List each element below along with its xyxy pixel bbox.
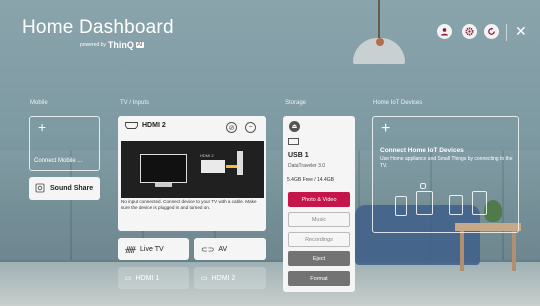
input-label: HDMI 1 <box>135 274 160 282</box>
iot-title: Connect Home IoT Devices <box>380 147 464 154</box>
lamp-bulb <box>376 38 384 46</box>
hdmi-icon: ▭ <box>201 275 208 282</box>
ai-badge: AI <box>135 42 144 48</box>
connect-mobile-label: Connect Mobile ... <box>34 158 83 164</box>
close-icon[interactable]: ✕ <box>515 23 527 40</box>
storage-card[interactable]: ⏏ USB 1 DataTraveler 3.0 5.4GB Free / 14… <box>283 116 355 292</box>
photo-video-button[interactable]: Photo & Video <box>288 192 350 207</box>
usb-device-name: USB 1 <box>288 152 309 159</box>
table-leg <box>512 231 516 271</box>
powered-by: powered by ThinQ AI <box>80 40 144 50</box>
input-label: Live TV <box>140 245 164 253</box>
illustration-port-label: HDMI 2 <box>200 153 214 158</box>
page-title: Home Dashboard <box>22 17 174 38</box>
hdmi-icon: ▭ <box>125 275 132 282</box>
hdmi-port-illustration <box>201 160 225 173</box>
fridge-icon <box>395 196 407 216</box>
more-options-icon[interactable]: − <box>245 122 256 133</box>
powered-by-text: powered by <box>80 42 106 48</box>
connect-mobile-card[interactable]: + Connect Mobile ... <box>29 116 100 171</box>
av-icon: ⊂⊃ <box>201 244 215 254</box>
lamp-cord <box>378 0 380 42</box>
section-storage: Storage <box>285 100 307 106</box>
input-card-hdmi-2[interactable]: ▭ HDMI 2 <box>194 267 266 289</box>
input-label: AV <box>218 245 228 253</box>
sound-share-label: Sound Share <box>50 185 94 192</box>
sound-share-card[interactable]: Sound Share <box>29 177 100 200</box>
plus-icon: + <box>381 120 391 137</box>
usb-model: DataTraveler 3.0 <box>288 163 326 169</box>
usb-free-space: 5.4GB Free / 14.4GB <box>287 177 334 183</box>
hdmi-header: HDMI 2 <box>125 122 166 129</box>
usb-icon <box>288 138 299 145</box>
tv-illustration <box>140 154 187 183</box>
plug-illustration <box>237 151 243 175</box>
hdmi-icon <box>125 122 138 129</box>
no-input-message: No input connected. Connect device to yo… <box>121 199 257 210</box>
tv-stand-illustration <box>155 183 172 187</box>
music-button[interactable]: Music <box>288 212 350 227</box>
dryer-icon <box>449 195 463 215</box>
refresh-icon[interactable] <box>484 24 499 39</box>
connect-iot-card[interactable]: + Connect Home IoT Devices Use Home appl… <box>372 116 519 233</box>
antenna-icon: ᚏ <box>125 244 137 254</box>
input-settings-icon[interactable]: ⊘ <box>226 122 237 133</box>
input-label: HDMI 2 <box>211 274 236 282</box>
plus-icon: + <box>38 119 47 135</box>
format-button[interactable]: Format <box>288 271 350 286</box>
table-leg <box>460 231 464 271</box>
header-divider <box>506 24 507 41</box>
brand-name: ThinQ <box>107 40 134 50</box>
section-home-iot: Home IoT Devices <box>373 100 423 106</box>
connection-illustration: HDMI 2 <box>121 141 264 198</box>
iot-description: Use Home appliance and Small Things by c… <box>380 156 513 169</box>
washer-icon <box>416 191 433 215</box>
section-mobile: Mobile <box>30 100 48 106</box>
input-card-live-tv[interactable]: ᚏ Live TV <box>118 238 189 260</box>
sensor-icon <box>420 183 426 189</box>
account-icon[interactable] <box>437 24 452 39</box>
speaker-icon <box>35 183 45 195</box>
hdmi-selected-label: HDMI 2 <box>142 122 166 129</box>
input-card-hdmi-1[interactable]: ▭ HDMI 1 <box>118 267 189 289</box>
recordings-button[interactable]: Recordings <box>288 232 350 247</box>
section-tv-inputs: TV / Inputs <box>120 100 150 106</box>
eject-button[interactable]: Eject <box>288 251 350 266</box>
settings-icon[interactable] <box>462 24 477 39</box>
input-card-av[interactable]: ⊂⊃ AV <box>194 238 266 260</box>
purifier-icon <box>472 191 487 215</box>
floor <box>0 262 540 306</box>
eject-icon[interactable]: ⏏ <box>289 121 300 132</box>
